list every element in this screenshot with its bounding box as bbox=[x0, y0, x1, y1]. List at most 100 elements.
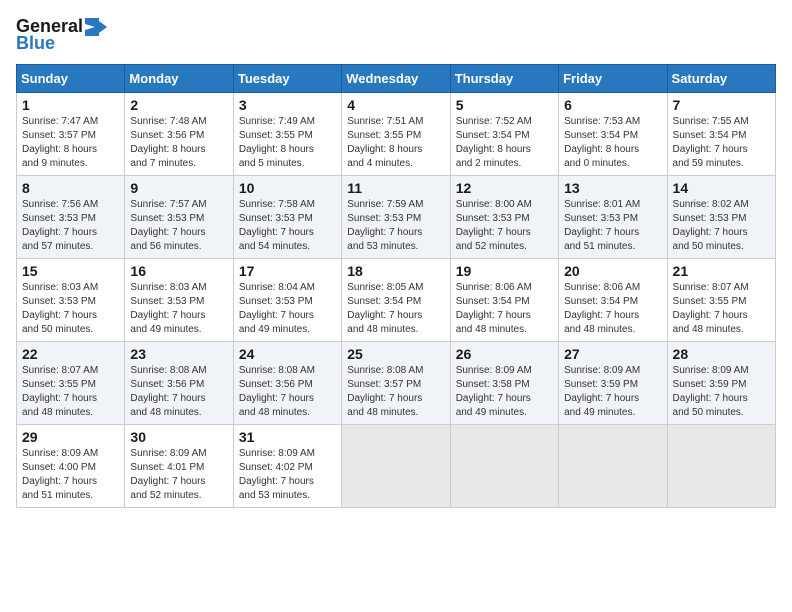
day-number: 1 bbox=[22, 97, 119, 113]
day-info: Sunrise: 8:09 AM Sunset: 4:01 PM Dayligh… bbox=[130, 447, 227, 503]
day-info: Sunrise: 8:03 AM Sunset: 3:53 PM Dayligh… bbox=[22, 281, 119, 337]
calendar-cell: 27 Sunrise: 8:09 AM Sunset: 3:59 PM Dayli… bbox=[559, 342, 667, 425]
day-number: 6 bbox=[564, 97, 661, 113]
calendar-week-row: 29 Sunrise: 8:09 AM Sunset: 4:00 PM Dayli… bbox=[17, 425, 776, 508]
day-info: Sunrise: 8:03 AM Sunset: 3:53 PM Dayligh… bbox=[130, 281, 227, 337]
calendar-cell: 9Sunrise: 7:57 AM Sunset: 3:53 PM Daylig… bbox=[125, 176, 233, 259]
day-number: 13 bbox=[564, 180, 661, 196]
calendar-cell: 12 Sunrise: 8:00 AM Sunset: 3:53 PM Dayli… bbox=[450, 176, 558, 259]
day-number: 17 bbox=[239, 263, 336, 279]
day-number: 28 bbox=[673, 346, 770, 362]
day-info: Sunrise: 8:02 AM Sunset: 3:53 PM Dayligh… bbox=[673, 198, 770, 254]
day-number: 31 bbox=[239, 429, 336, 445]
day-number: 19 bbox=[456, 263, 553, 279]
calendar-cell: 8 Sunrise: 7:56 AM Sunset: 3:53 PM Daylig… bbox=[17, 176, 125, 259]
calendar-cell: 28 Sunrise: 8:09 AM Sunset: 3:59 PM Dayli… bbox=[667, 342, 775, 425]
day-info: Sunrise: 8:09 AM Sunset: 3:59 PM Dayligh… bbox=[564, 364, 661, 420]
day-number: 18 bbox=[347, 263, 444, 279]
day-number: 23 bbox=[130, 346, 227, 362]
calendar-cell: 19 Sunrise: 8:06 AM Sunset: 3:54 PM Dayli… bbox=[450, 259, 558, 342]
calendar-cell: 14 Sunrise: 8:02 AM Sunset: 3:53 PM Dayli… bbox=[667, 176, 775, 259]
calendar-cell: 16Sunrise: 8:03 AM Sunset: 3:53 PM Dayli… bbox=[125, 259, 233, 342]
page-header: General Blue bbox=[16, 16, 776, 54]
day-info: Sunrise: 7:47 AM Sunset: 3:57 PM Dayligh… bbox=[22, 115, 119, 171]
calendar-cell: 1 Sunrise: 7:47 AM Sunset: 3:57 PM Daylig… bbox=[17, 93, 125, 176]
day-info: Sunrise: 8:08 AM Sunset: 3:57 PM Dayligh… bbox=[347, 364, 444, 420]
calendar-cell: 30 Sunrise: 8:09 AM Sunset: 4:01 PM Dayli… bbox=[125, 425, 233, 508]
day-number: 15 bbox=[22, 263, 119, 279]
day-number: 2 bbox=[130, 97, 227, 113]
logo: General Blue bbox=[16, 16, 107, 54]
calendar-cell bbox=[450, 425, 558, 508]
day-number: 20 bbox=[564, 263, 661, 279]
calendar-cell: 5Sunrise: 7:52 AM Sunset: 3:54 PM Daylig… bbox=[450, 93, 558, 176]
calendar-cell: 21 Sunrise: 8:07 AM Sunset: 3:55 PM Dayli… bbox=[667, 259, 775, 342]
calendar-header-row: SundayMondayTuesdayWednesdayThursdayFrid… bbox=[17, 65, 776, 93]
day-info: Sunrise: 8:09 AM Sunset: 3:59 PM Dayligh… bbox=[673, 364, 770, 420]
day-header-thursday: Thursday bbox=[450, 65, 558, 93]
calendar-cell: 26 Sunrise: 8:09 AM Sunset: 3:58 PM Dayli… bbox=[450, 342, 558, 425]
day-number: 25 bbox=[347, 346, 444, 362]
calendar-week-row: 8 Sunrise: 7:56 AM Sunset: 3:53 PM Daylig… bbox=[17, 176, 776, 259]
calendar-cell bbox=[342, 425, 450, 508]
logo-wordmark: General Blue bbox=[16, 16, 107, 54]
day-info: Sunrise: 7:53 AM Sunset: 3:54 PM Dayligh… bbox=[564, 115, 661, 171]
calendar-cell: 17 Sunrise: 8:04 AM Sunset: 3:53 PM Dayli… bbox=[233, 259, 341, 342]
day-info: Sunrise: 7:55 AM Sunset: 3:54 PM Dayligh… bbox=[673, 115, 770, 171]
day-number: 12 bbox=[456, 180, 553, 196]
calendar-cell: 23 Sunrise: 8:08 AM Sunset: 3:56 PM Dayli… bbox=[125, 342, 233, 425]
calendar-cell: 20 Sunrise: 8:06 AM Sunset: 3:54 PM Dayli… bbox=[559, 259, 667, 342]
calendar-cell: 6 Sunrise: 7:53 AM Sunset: 3:54 PM Daylig… bbox=[559, 93, 667, 176]
day-info: Sunrise: 8:06 AM Sunset: 3:54 PM Dayligh… bbox=[564, 281, 661, 337]
day-info: Sunrise: 8:07 AM Sunset: 3:55 PM Dayligh… bbox=[22, 364, 119, 420]
day-info: Sunrise: 8:01 AM Sunset: 3:53 PM Dayligh… bbox=[564, 198, 661, 254]
day-info: Sunrise: 7:58 AM Sunset: 3:53 PM Dayligh… bbox=[239, 198, 336, 254]
day-number: 14 bbox=[673, 180, 770, 196]
day-number: 27 bbox=[564, 346, 661, 362]
day-info: Sunrise: 8:06 AM Sunset: 3:54 PM Dayligh… bbox=[456, 281, 553, 337]
calendar-cell: 3 Sunrise: 7:49 AM Sunset: 3:55 PM Daylig… bbox=[233, 93, 341, 176]
calendar-table: SundayMondayTuesdayWednesdayThursdayFrid… bbox=[16, 64, 776, 508]
day-info: Sunrise: 8:08 AM Sunset: 3:56 PM Dayligh… bbox=[130, 364, 227, 420]
day-number: 26 bbox=[456, 346, 553, 362]
logo-text-blue: Blue bbox=[16, 33, 55, 54]
day-info: Sunrise: 8:04 AM Sunset: 3:53 PM Dayligh… bbox=[239, 281, 336, 337]
calendar-cell bbox=[559, 425, 667, 508]
calendar-cell: 15 Sunrise: 8:03 AM Sunset: 3:53 PM Dayli… bbox=[17, 259, 125, 342]
calendar-week-row: 1 Sunrise: 7:47 AM Sunset: 3:57 PM Daylig… bbox=[17, 93, 776, 176]
day-info: Sunrise: 8:07 AM Sunset: 3:55 PM Dayligh… bbox=[673, 281, 770, 337]
day-number: 29 bbox=[22, 429, 119, 445]
day-number: 11 bbox=[347, 180, 444, 196]
day-header-monday: Monday bbox=[125, 65, 233, 93]
day-info: Sunrise: 8:09 AM Sunset: 4:00 PM Dayligh… bbox=[22, 447, 119, 503]
day-info: Sunrise: 7:49 AM Sunset: 3:55 PM Dayligh… bbox=[239, 115, 336, 171]
day-number: 4 bbox=[347, 97, 444, 113]
calendar-cell: 7 Sunrise: 7:55 AM Sunset: 3:54 PM Daylig… bbox=[667, 93, 775, 176]
day-number: 10 bbox=[239, 180, 336, 196]
day-number: 7 bbox=[673, 97, 770, 113]
day-number: 5 bbox=[456, 97, 553, 113]
calendar-cell bbox=[667, 425, 775, 508]
day-info: Sunrise: 7:56 AM Sunset: 3:53 PM Dayligh… bbox=[22, 198, 119, 254]
calendar-cell: 18 Sunrise: 8:05 AM Sunset: 3:54 PM Dayli… bbox=[342, 259, 450, 342]
day-info: Sunrise: 8:08 AM Sunset: 3:56 PM Dayligh… bbox=[239, 364, 336, 420]
calendar-cell: 10 Sunrise: 7:58 AM Sunset: 3:53 PM Dayli… bbox=[233, 176, 341, 259]
day-info: Sunrise: 7:51 AM Sunset: 3:55 PM Dayligh… bbox=[347, 115, 444, 171]
day-info: Sunrise: 7:57 AM Sunset: 3:53 PM Dayligh… bbox=[130, 198, 227, 254]
day-number: 3 bbox=[239, 97, 336, 113]
day-number: 8 bbox=[22, 180, 119, 196]
day-number: 24 bbox=[239, 346, 336, 362]
day-number: 21 bbox=[673, 263, 770, 279]
day-info: Sunrise: 8:00 AM Sunset: 3:53 PM Dayligh… bbox=[456, 198, 553, 254]
day-number: 30 bbox=[130, 429, 227, 445]
day-info: Sunrise: 8:09 AM Sunset: 3:58 PM Dayligh… bbox=[456, 364, 553, 420]
day-header-saturday: Saturday bbox=[667, 65, 775, 93]
calendar-cell: 11 Sunrise: 7:59 AM Sunset: 3:53 PM Dayli… bbox=[342, 176, 450, 259]
logo-arrow-icon bbox=[85, 18, 107, 36]
day-info: Sunrise: 8:05 AM Sunset: 3:54 PM Dayligh… bbox=[347, 281, 444, 337]
day-info: Sunrise: 7:59 AM Sunset: 3:53 PM Dayligh… bbox=[347, 198, 444, 254]
day-info: Sunrise: 8:09 AM Sunset: 4:02 PM Dayligh… bbox=[239, 447, 336, 503]
calendar-week-row: 22Sunrise: 8:07 AM Sunset: 3:55 PM Dayli… bbox=[17, 342, 776, 425]
calendar-cell: 31 Sunrise: 8:09 AM Sunset: 4:02 PM Dayli… bbox=[233, 425, 341, 508]
day-header-wednesday: Wednesday bbox=[342, 65, 450, 93]
